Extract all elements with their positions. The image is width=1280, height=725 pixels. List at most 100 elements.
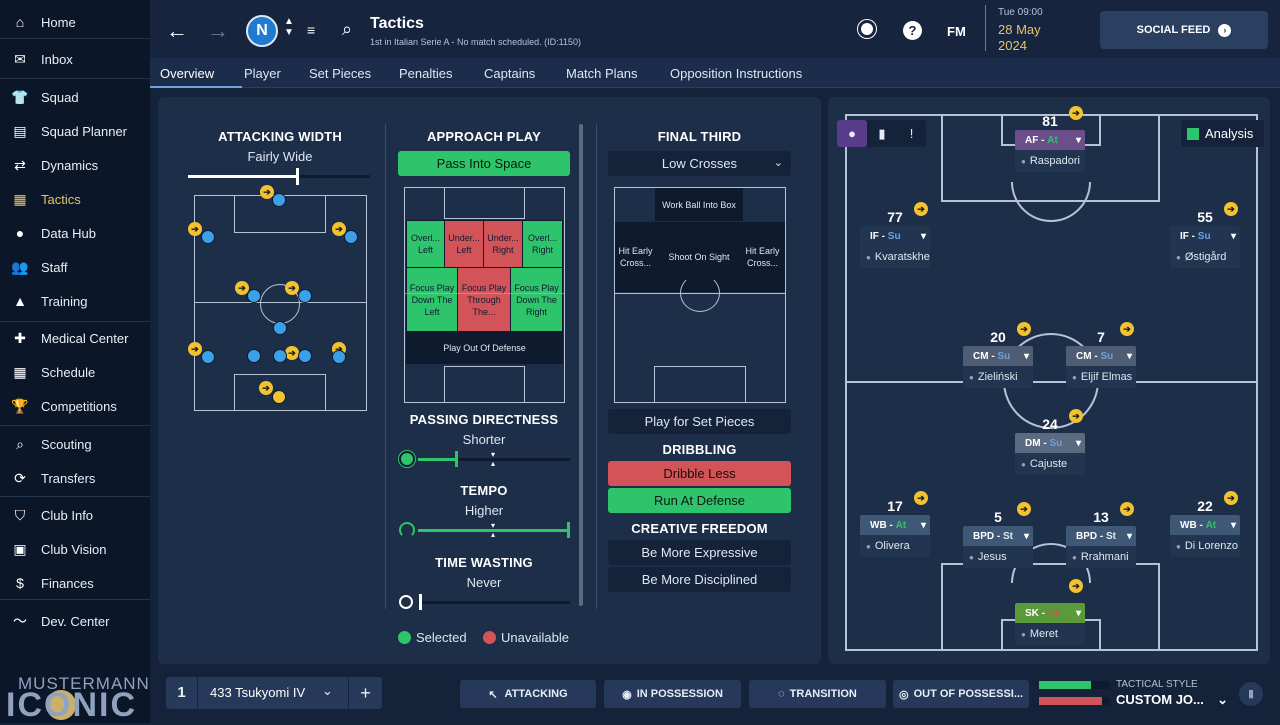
zone-overlap-left[interactable]: Overl... Left [407,221,444,267]
tempo-handle[interactable] [567,522,570,538]
dribble-less-button[interactable]: Dribble Less [608,461,791,486]
analysis-button[interactable]: Analysis [1181,120,1264,147]
attacking-phase-button[interactable]: ↖ ATTACKING [460,680,596,708]
player-role[interactable]: WB - At ▾ [1170,515,1240,535]
zone-focus-through[interactable]: Focus Play Through The... [458,268,510,331]
back-arrow-icon[interactable]: ← [166,18,188,44]
tab-opposition-instructions[interactable]: Opposition Instructions [670,66,802,81]
player-role[interactable]: BPD - St ▾ [1066,526,1136,546]
zone-play-out[interactable]: Play Out Of Defense [407,332,562,363]
player-name[interactable]: ● Eljif Elmas [1066,366,1136,388]
transition-phase-button[interactable]: ◌ TRANSITION [749,680,886,708]
passing-directness-handle[interactable] [455,451,458,467]
sidebar-item-dynamics[interactable]: ⇄ Dynamics [0,150,150,180]
help-icon[interactable]: ? [903,21,922,40]
social-feed-button[interactable]: SOCIAL FEED › [1100,11,1268,49]
crossing-dropdown[interactable]: Low Crosses ⌄ [608,151,791,176]
player-card[interactable]: WB - At ▾ ● Di Lorenzo [1170,515,1240,557]
player-card[interactable]: IF - Su ▾ ●Kvaratskhel.. [860,226,930,268]
player-view-icon[interactable]: ● [837,120,867,147]
player-name[interactable]: ●Kvaratskhel.. [860,246,930,268]
zone-hit-early-cross-left[interactable]: Hit Early Cross... [617,223,654,291]
date-time[interactable]: Tue 09:00 28 May 2024 [985,5,1090,53]
sidebar-item-club-vision[interactable]: ▣ Club Vision [0,534,150,564]
be-more-disciplined-button[interactable]: Be More Disciplined [608,567,791,592]
zone-overlap-right[interactable]: Overl... Right [523,221,562,267]
attacking-width-handle[interactable] [296,168,300,185]
fm-logo[interactable]: FM [947,24,966,39]
player-role[interactable]: AF - At ▾ [1015,130,1085,150]
sidebar-item-data-hub[interactable]: ● Data Hub [0,218,150,248]
player-role[interactable]: CM - Su ▾ [1066,346,1136,366]
player-card[interactable]: DM - Su ▾ ● Cajuste [1015,433,1085,475]
info-view-icon[interactable]: ! [897,120,926,147]
tab-match-plans[interactable]: Match Plans [566,66,638,81]
zone-focus-right[interactable]: Focus Play Down The Right [511,268,562,331]
sidebar-item-tactics[interactable]: ▦ Tactics [0,184,150,214]
player-card[interactable]: WB - At ▾ ● Olivera [860,515,930,557]
zone-focus-left[interactable]: Focus Play Down The Left [407,268,457,331]
club-badge[interactable]: N [246,15,278,47]
ball-icon[interactable] [858,20,876,38]
player-name[interactable]: ● Zieliński [963,366,1033,388]
stats-view-icon[interactable]: ▮ [867,120,897,147]
sidebar-item-competitions[interactable]: 🏆 Competitions [0,391,150,421]
sidebar-item-squad[interactable]: 👕 Squad [0,82,150,112]
run-at-defense-button[interactable]: Run At Defense [608,488,791,513]
tactic-selector[interactable]: 1 433 Tsukyomi IV ⌄ + [166,677,382,709]
sidebar-item-training[interactable]: ▲ Training [0,286,150,316]
tab-set-pieces[interactable]: Set Pieces [309,66,371,81]
tab-player[interactable]: Player [244,66,281,81]
tab-penalties[interactable]: Penalties [399,66,452,81]
sidebar-item-schedule[interactable]: ▦ Schedule [0,357,150,387]
club-switch-icon[interactable]: ▲ ▼ [284,16,294,38]
sidebar-item-scouting[interactable]: ⌕ Scouting [0,429,150,459]
player-name[interactable]: ● Cajuste [1015,453,1085,475]
player-card[interactable]: CM - Su ▾ ● Zieliński [963,346,1033,388]
zone-hit-early-cross-right[interactable]: Hit Early Cross... [744,223,781,291]
player-role[interactable]: BPD - St ▾ [963,526,1033,546]
sidebar-item-inbox[interactable]: ✉ Inbox [0,44,150,74]
player-name[interactable]: ● Jesus [963,546,1033,568]
add-tactic-button[interactable]: + [348,677,382,709]
player-role[interactable]: IF - Su ▾ [860,226,930,246]
player-role[interactable]: CM - Su ▾ [963,346,1033,366]
sidebar-item-finances[interactable]: $ Finances [0,568,150,598]
sidebar-item-medical-center[interactable]: ✚ Medical Center [0,323,150,353]
player-card[interactable]: BPD - St ▾ ● Jesus [963,526,1033,568]
zone-work-ball-into-box[interactable]: Work Ball Into Box [655,188,743,221]
player-card[interactable]: SK - De ▾ ● Meret [1015,603,1085,645]
time-wasting-handle[interactable] [419,594,422,610]
time-wasting-slider[interactable] [418,601,570,604]
player-name[interactable]: ● Rrahmani [1066,546,1136,568]
player-role[interactable]: DM - Su ▾ [1015,433,1085,453]
player-name[interactable]: ● Meret [1015,623,1085,645]
tab-captains[interactable]: Captains [484,66,535,81]
sidebar-item-transfers[interactable]: ⟳ Transfers [0,463,150,493]
player-name[interactable]: ● Østigård [1170,246,1240,268]
player-name[interactable]: ● Raspadori [1015,150,1085,172]
sidebar-item-staff[interactable]: 👥 Staff [0,252,150,282]
menu-icon[interactable]: ≡ [307,22,315,38]
player-card[interactable]: AF - At ▾ ● Raspadori [1015,130,1085,172]
player-name[interactable]: ● Di Lorenzo [1170,535,1240,557]
player-role[interactable]: WB - At ▾ [860,515,930,535]
player-name[interactable]: ● Olivera [860,535,930,557]
forward-arrow-icon[interactable]: → [207,18,229,44]
sidebar-item-club-info[interactable]: ⛉ Club Info [0,500,150,530]
tactical-style-dropdown[interactable]: CUSTOM JO... ⌄ [1116,692,1228,710]
player-card[interactable]: BPD - St ▾ ● Rrahmani [1066,526,1136,568]
out-of-possession-phase-button[interactable]: ◎ OUT OF POSSESSI... [893,680,1029,708]
player-card[interactable]: IF - Su ▾ ● Østigård [1170,226,1240,268]
sidebar-item-home[interactable]: ⌂ Home [0,7,150,37]
scrollbar[interactable] [579,124,583,606]
zone-underlap-left[interactable]: Under... Left [445,221,483,267]
player-role[interactable]: SK - De ▾ [1015,603,1085,623]
in-possession-phase-button[interactable]: ◉ IN POSSESSION [604,680,741,708]
zone-underlap-right[interactable]: Under... Right [484,221,522,267]
play-for-set-pieces-button[interactable]: Play for Set Pieces [608,409,791,434]
be-more-expressive-button[interactable]: Be More Expressive [608,540,791,565]
player-card[interactable]: CM - Su ▾ ● Eljif Elmas [1066,346,1136,388]
sidebar-item-squad-planner[interactable]: ▤ Squad Planner [0,116,150,146]
approach-play-selected[interactable]: Pass Into Space [398,151,570,176]
